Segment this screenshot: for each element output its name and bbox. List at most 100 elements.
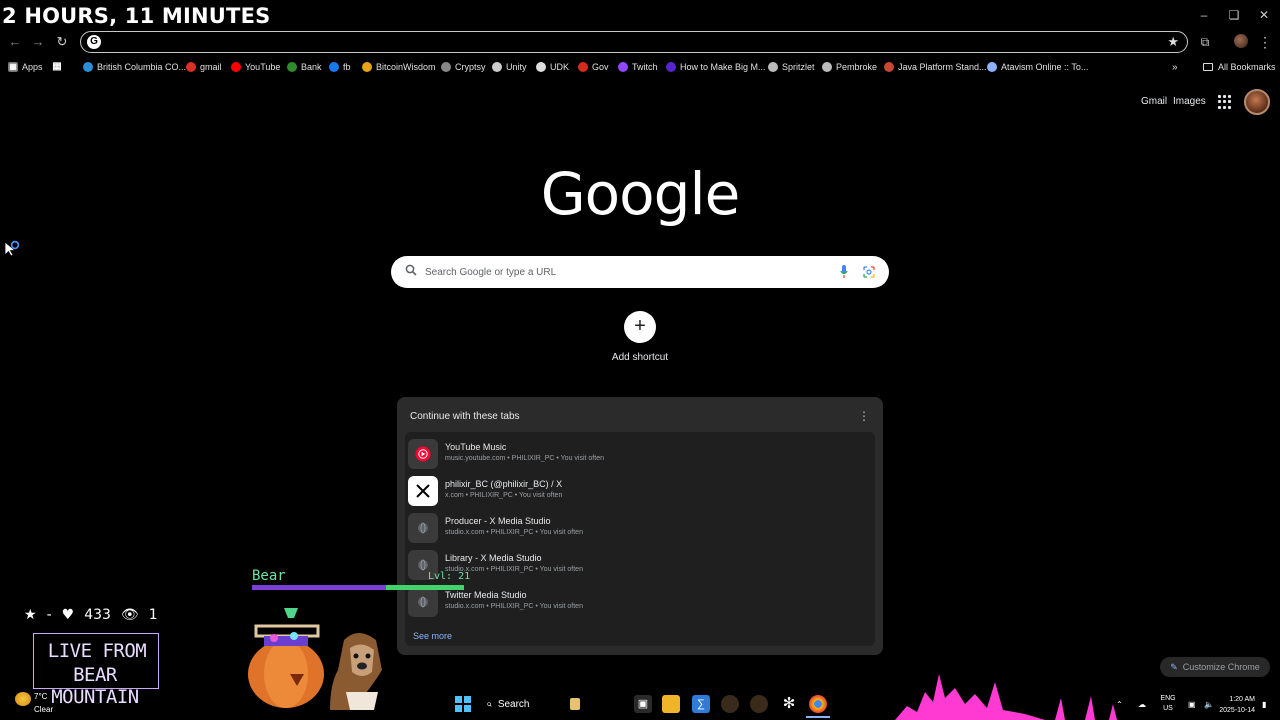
search-highlight-icon [569,698,580,710]
facebook-icon [329,62,339,72]
bitcoinwisdom-icon [362,62,372,72]
bookmark-item[interactable]: Atavism Online :: To... [987,60,1088,74]
forward-icon[interactable]: → [29,33,47,51]
close-button[interactable]: ✕ [1254,6,1274,24]
taskbar-clock[interactable]: 1:20 AM 2025-10-14 [1195,694,1255,716]
bookmark-item[interactable]: Spritzlet [768,60,815,74]
apps-icon: ▦ [8,62,18,72]
eye-icon: 👁 [120,607,139,623]
bookmark-apps[interactable]: ▦ Apps [8,60,43,74]
bookmark-item[interactable]: UDK [536,60,569,74]
address-input[interactable] [105,34,1155,50]
all-bookmarks-label: All Bookmarks [1218,62,1276,72]
bookmark-item[interactable]: gmail [186,60,222,74]
customize-chrome-button[interactable]: ✎ Customize Chrome [1160,657,1270,677]
search-input[interactable] [425,264,825,280]
tab-title: Producer - X Media Studio [445,516,551,526]
bookmark-item[interactable]: Cryptsy [441,60,486,74]
bookmark-item[interactable]: Bank [287,60,322,74]
onedrive-icon[interactable]: ☁ [1138,700,1146,709]
notification-icon[interactable]: ▮ [1262,700,1266,709]
account-avatar[interactable] [1244,89,1270,115]
tab-suggestion[interactable]: Twitter Media Studio studio.x.com • PHIL… [405,584,875,621]
lang-bottom: US [1163,705,1173,712]
twitch-icon [618,62,628,72]
bookmark-item[interactable]: Twitch [618,60,658,74]
star-icon: ★ [24,607,37,623]
taskbar-search[interactable]: Search [480,694,580,714]
bookmark-label: gmail [200,62,222,72]
stats-separator: - [46,607,52,623]
visual-studio-icon[interactable]: ∑ [692,695,710,713]
weather-temp: 7°C [34,692,48,701]
address-bar[interactable]: G ★ [80,31,1188,53]
bookmark-label: Pembroke [836,62,878,72]
tab-suggestion[interactable]: YouTube Music music.youtube.com • PHILIX… [405,436,875,473]
bc-icon [83,62,93,72]
tray-overflow-icon[interactable]: ⌃ [1116,700,1123,709]
google-apps-icon[interactable] [1218,95,1232,109]
see-more-link[interactable]: See more [413,631,452,641]
likes-count: 433 [84,607,111,623]
bookmark-label: British Columbia CO... [97,62,187,72]
bookmark-label: YouTube [245,62,281,72]
atavism-icon [987,62,997,72]
stream-timer: 2 HOURS, 11 MINUTES [2,4,271,28]
ntp-search-box[interactable] [391,256,889,288]
task-view-icon[interactable]: ▣ [634,695,652,713]
tab-suggestion[interactable]: Library - X Media Studio studio.x.com • … [405,547,875,584]
game-app-icon-2[interactable] [750,695,768,713]
search-icon [405,264,417,276]
bookmark-item[interactable]: Gov [578,60,609,74]
globe-icon [768,62,778,72]
globe-icon [408,587,438,617]
viewer-count: 1 [148,607,158,623]
openai-icon[interactable]: ✻ [780,695,798,713]
bookmark-item[interactable]: Unity [492,60,527,74]
bookmark-item[interactable]: Java Platform Stand... [884,60,987,74]
tab-suggestion[interactable]: philixir_BC (@philixir_BC) / X x.com • P… [405,473,875,510]
cryptsy-icon [441,62,451,72]
chrome-icon[interactable] [809,695,827,713]
tab-title: Library - X Media Studio [445,553,542,563]
add-shortcut-button[interactable]: + [624,311,656,343]
tab-suggestion[interactable]: Producer - X Media Studio studio.x.com •… [405,510,875,547]
bookmark-label: Spritzlet [782,62,815,72]
tab-groups-icon[interactable]: ▦ [52,60,62,74]
bookmark-item[interactable]: fb [329,60,351,74]
canada-icon [578,62,588,72]
bookmark-label: How to Make Big M... [680,62,766,72]
microphone-icon[interactable] [840,265,848,279]
restore-button[interactable]: ❏ [1224,6,1244,24]
bookmark-item[interactable]: How to Make Big M... [666,60,766,74]
images-link[interactable]: Images [1173,96,1206,107]
bookmark-item[interactable]: British Columbia CO... [83,60,186,74]
add-shortcut-label: Add shortcut [611,352,669,363]
customize-label: Customize Chrome [1182,662,1260,672]
bookmark-star-icon[interactable]: ★ [1167,34,1179,50]
all-bookmarks-button[interactable]: All Bookmarks [1203,60,1276,74]
file-explorer-icon[interactable] [662,695,680,713]
weather-moon-icon [15,692,31,706]
bookmark-label: Unity [506,62,527,72]
bookmarks-overflow-icon[interactable]: » [1172,60,1178,74]
chrome-menu-icon[interactable]: ⋮ [1256,33,1274,51]
bookmark-item[interactable]: Pembroke [822,60,877,74]
bookmark-label: Twitch [632,62,658,72]
reload-icon[interactable]: ↻ [53,33,71,51]
extensions-icon[interactable]: ⧉ [1196,33,1214,51]
bookmark-label: UDK [550,62,570,72]
google-lens-icon[interactable] [863,266,875,278]
tabs-card-menu-icon[interactable]: ⋮ [858,409,870,423]
minimize-button[interactable]: – [1194,6,1214,24]
profile-icon[interactable] [1234,34,1248,48]
bookmark-label: Gov [592,62,609,72]
gmail-link[interactable]: Gmail [1141,96,1167,107]
game-app-icon[interactable] [721,695,739,713]
bookmark-item[interactable]: YouTube [231,60,280,74]
language-indicator[interactable]: ENG US [1157,694,1179,714]
tab-meta: x.com • PHILIXIR_PC • You visit often [445,492,563,499]
start-button[interactable] [455,696,471,712]
back-icon[interactable]: ← [6,33,24,51]
bookmark-item[interactable]: BitcoinWisdom [362,60,436,74]
